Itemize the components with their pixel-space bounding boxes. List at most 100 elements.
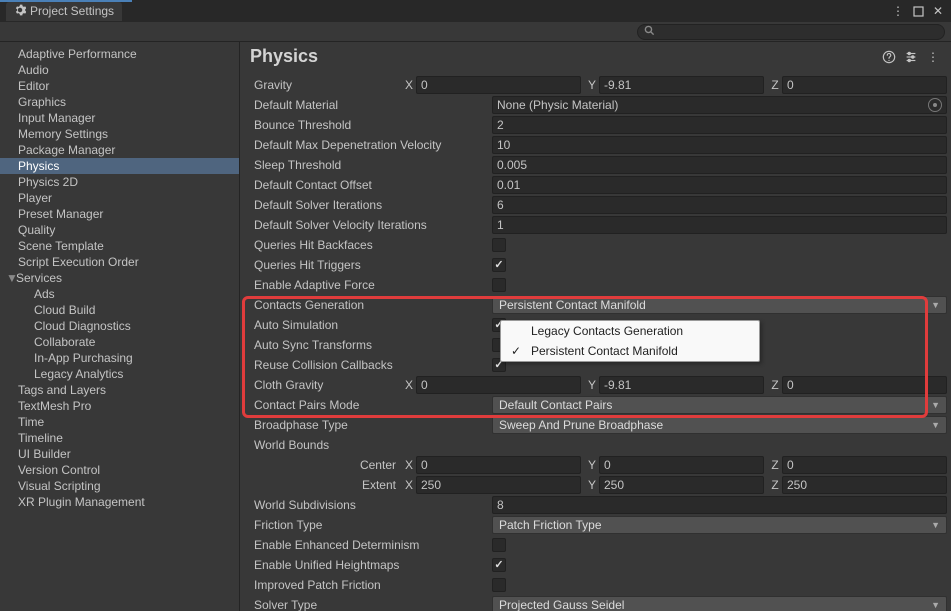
sidebar-item-player[interactable]: Player bbox=[0, 190, 239, 206]
reuse-collision-callbacks-label: Reuse Collision Callbacks bbox=[244, 358, 492, 372]
extent-x-label: X bbox=[402, 478, 416, 492]
queries-hit-triggers-checkbox[interactable] bbox=[492, 258, 506, 272]
world-subdivisions-input[interactable] bbox=[492, 496, 947, 514]
sidebar-item-package-manager[interactable]: Package Manager bbox=[0, 142, 239, 158]
sidebar-item-visual-scripting[interactable]: Visual Scripting bbox=[0, 478, 239, 494]
cloth-gravity-y-input[interactable] bbox=[599, 376, 764, 394]
sidebar-item-label: Input Manager bbox=[18, 111, 95, 125]
sidebar-item-xr-plugin-management[interactable]: XR Plugin Management bbox=[0, 494, 239, 510]
cloth-gravity-x-label: X bbox=[402, 378, 416, 392]
sidebar-item-tags-and-layers[interactable]: Tags and Layers bbox=[0, 382, 239, 398]
sidebar-item-input-manager[interactable]: Input Manager bbox=[0, 110, 239, 126]
sidebar-item-label: Quality bbox=[18, 223, 55, 237]
cloth-gravity-y-label: Y bbox=[585, 378, 599, 392]
broadphase-type-dropdown[interactable]: Sweep And Prune Broadphase▼ bbox=[492, 416, 947, 434]
sleep-threshold-label: Sleep Threshold bbox=[244, 158, 492, 172]
friction-type-dropdown[interactable]: Patch Friction Type▼ bbox=[492, 516, 947, 534]
dropdown-option-legacy[interactable]: Legacy Contacts Generation bbox=[501, 321, 759, 341]
center-z-input[interactable] bbox=[782, 456, 947, 474]
search-input-container[interactable] bbox=[637, 24, 945, 40]
menu-icon[interactable]: ⋮ bbox=[925, 49, 941, 65]
queries-hit-backfaces-checkbox[interactable] bbox=[492, 238, 506, 252]
sidebar-item-textmesh-pro[interactable]: TextMesh Pro bbox=[0, 398, 239, 414]
sidebar-item-label: Tags and Layers bbox=[18, 383, 106, 397]
sidebar-item-label: Cloud Build bbox=[34, 303, 95, 317]
window-menu-icon[interactable]: ⋮ bbox=[891, 4, 905, 18]
sidebar-item-timeline[interactable]: Timeline bbox=[0, 430, 239, 446]
world-subdivisions-label: World Subdivisions bbox=[244, 498, 492, 512]
sidebar-item-legacy-analytics[interactable]: Legacy Analytics bbox=[0, 366, 239, 382]
sidebar-item-in-app-purchasing[interactable]: In-App Purchasing bbox=[0, 350, 239, 366]
extent-x-input[interactable] bbox=[416, 476, 581, 494]
sleep-threshold-input[interactable] bbox=[492, 156, 947, 174]
bounce-threshold-input[interactable] bbox=[492, 116, 947, 134]
extent-z-input[interactable] bbox=[782, 476, 947, 494]
cloth-gravity-x-input[interactable] bbox=[416, 376, 581, 394]
auto-simulation-label: Auto Simulation bbox=[244, 318, 492, 332]
sidebar-item-time[interactable]: Time bbox=[0, 414, 239, 430]
gravity-y-label: Y bbox=[585, 78, 599, 92]
default-max-depen-input[interactable] bbox=[492, 136, 947, 154]
sidebar-item-audio[interactable]: Audio bbox=[0, 62, 239, 78]
default-contact-offset-input[interactable] bbox=[492, 176, 947, 194]
sidebar-item-physics-2d[interactable]: Physics 2D bbox=[0, 174, 239, 190]
sidebar-item-ui-builder[interactable]: UI Builder bbox=[0, 446, 239, 462]
dropdown-option-persistent[interactable]: ✓ Persistent Contact Manifold bbox=[501, 341, 759, 361]
enable-unified-heightmaps-checkbox[interactable] bbox=[492, 558, 506, 572]
chevron-down-icon: ▼ bbox=[931, 520, 940, 530]
sidebar-item-label: Audio bbox=[18, 63, 49, 77]
enable-enhanced-determinism-checkbox[interactable] bbox=[492, 538, 506, 552]
gravity-z-label: Z bbox=[768, 78, 782, 92]
sidebar-item-label: Time bbox=[18, 415, 44, 429]
sidebar-item-collaborate[interactable]: Collaborate bbox=[0, 334, 239, 350]
window-close-icon[interactable]: ✕ bbox=[931, 4, 945, 18]
gravity-x-input[interactable] bbox=[416, 76, 581, 94]
window-maximize-icon[interactable] bbox=[911, 4, 925, 18]
sidebar-item-ads[interactable]: Ads bbox=[0, 286, 239, 302]
sidebar-item-label: Ads bbox=[34, 287, 55, 301]
sidebar-item-adaptive-performance[interactable]: Adaptive Performance bbox=[0, 46, 239, 62]
auto-sync-transforms-label: Auto Sync Transforms bbox=[244, 338, 492, 352]
enable-adaptive-force-label: Enable Adaptive Force bbox=[244, 278, 492, 292]
default-max-depen-label: Default Max Depenetration Velocity bbox=[244, 138, 492, 152]
default-solver-iterations-input[interactable] bbox=[492, 196, 947, 214]
center-x-input[interactable] bbox=[416, 456, 581, 474]
sidebar-item-cloud-build[interactable]: Cloud Build bbox=[0, 302, 239, 318]
bounce-threshold-label: Bounce Threshold bbox=[244, 118, 492, 132]
sidebar-item-preset-manager[interactable]: Preset Manager bbox=[0, 206, 239, 222]
center-y-input[interactable] bbox=[599, 456, 764, 474]
content-panel: Physics ⋮ GravityXYZDefault MaterialNone… bbox=[240, 42, 951, 611]
preset-icon[interactable] bbox=[903, 49, 919, 65]
gravity-y-input[interactable] bbox=[599, 76, 764, 94]
default-solver-velocity-iterations-input[interactable] bbox=[492, 216, 947, 234]
contacts-generation-dropdown[interactable]: Persistent Contact Manifold▼ bbox=[492, 296, 947, 314]
broadphase-type-label: Broadphase Type bbox=[244, 418, 492, 432]
help-icon[interactable] bbox=[881, 49, 897, 65]
sidebar-item-label: XR Plugin Management bbox=[18, 495, 145, 509]
gravity-z-input[interactable] bbox=[782, 76, 947, 94]
sidebar-item-scene-template[interactable]: Scene Template bbox=[0, 238, 239, 254]
cloth-gravity-z-input[interactable] bbox=[782, 376, 947, 394]
default-material-field[interactable]: None (Physic Material) bbox=[492, 96, 947, 114]
sidebar-item-graphics[interactable]: Graphics bbox=[0, 94, 239, 110]
cloth-gravity-z-label: Z bbox=[768, 378, 782, 392]
contacts-generation-dropdown: Legacy Contacts Generation ✓ Persistent … bbox=[500, 320, 760, 362]
sidebar-item-quality[interactable]: Quality bbox=[0, 222, 239, 238]
extent-y-input[interactable] bbox=[599, 476, 764, 494]
sidebar-item-cloud-diagnostics[interactable]: Cloud Diagnostics bbox=[0, 318, 239, 334]
object-picker-icon[interactable] bbox=[928, 98, 942, 112]
sidebar-item-version-control[interactable]: Version Control bbox=[0, 462, 239, 478]
sidebar-item-services[interactable]: ▼Services bbox=[0, 270, 239, 286]
enable-adaptive-force-checkbox[interactable] bbox=[492, 278, 506, 292]
sidebar-item-physics[interactable]: Physics bbox=[0, 158, 239, 174]
contact-pairs-mode-dropdown[interactable]: Default Contact Pairs▼ bbox=[492, 396, 947, 414]
window-title: Project Settings bbox=[30, 4, 114, 18]
sidebar-item-script-execution-order[interactable]: Script Execution Order bbox=[0, 254, 239, 270]
sidebar-item-label: Editor bbox=[18, 79, 49, 93]
expand-arrow-icon[interactable]: ▼ bbox=[6, 271, 16, 285]
sidebar-item-editor[interactable]: Editor bbox=[0, 78, 239, 94]
solver-type-dropdown[interactable]: Projected Gauss Seidel▼ bbox=[492, 596, 947, 611]
search-input[interactable] bbox=[659, 26, 938, 38]
improved-patch-friction-checkbox[interactable] bbox=[492, 578, 506, 592]
sidebar-item-memory-settings[interactable]: Memory Settings bbox=[0, 126, 239, 142]
